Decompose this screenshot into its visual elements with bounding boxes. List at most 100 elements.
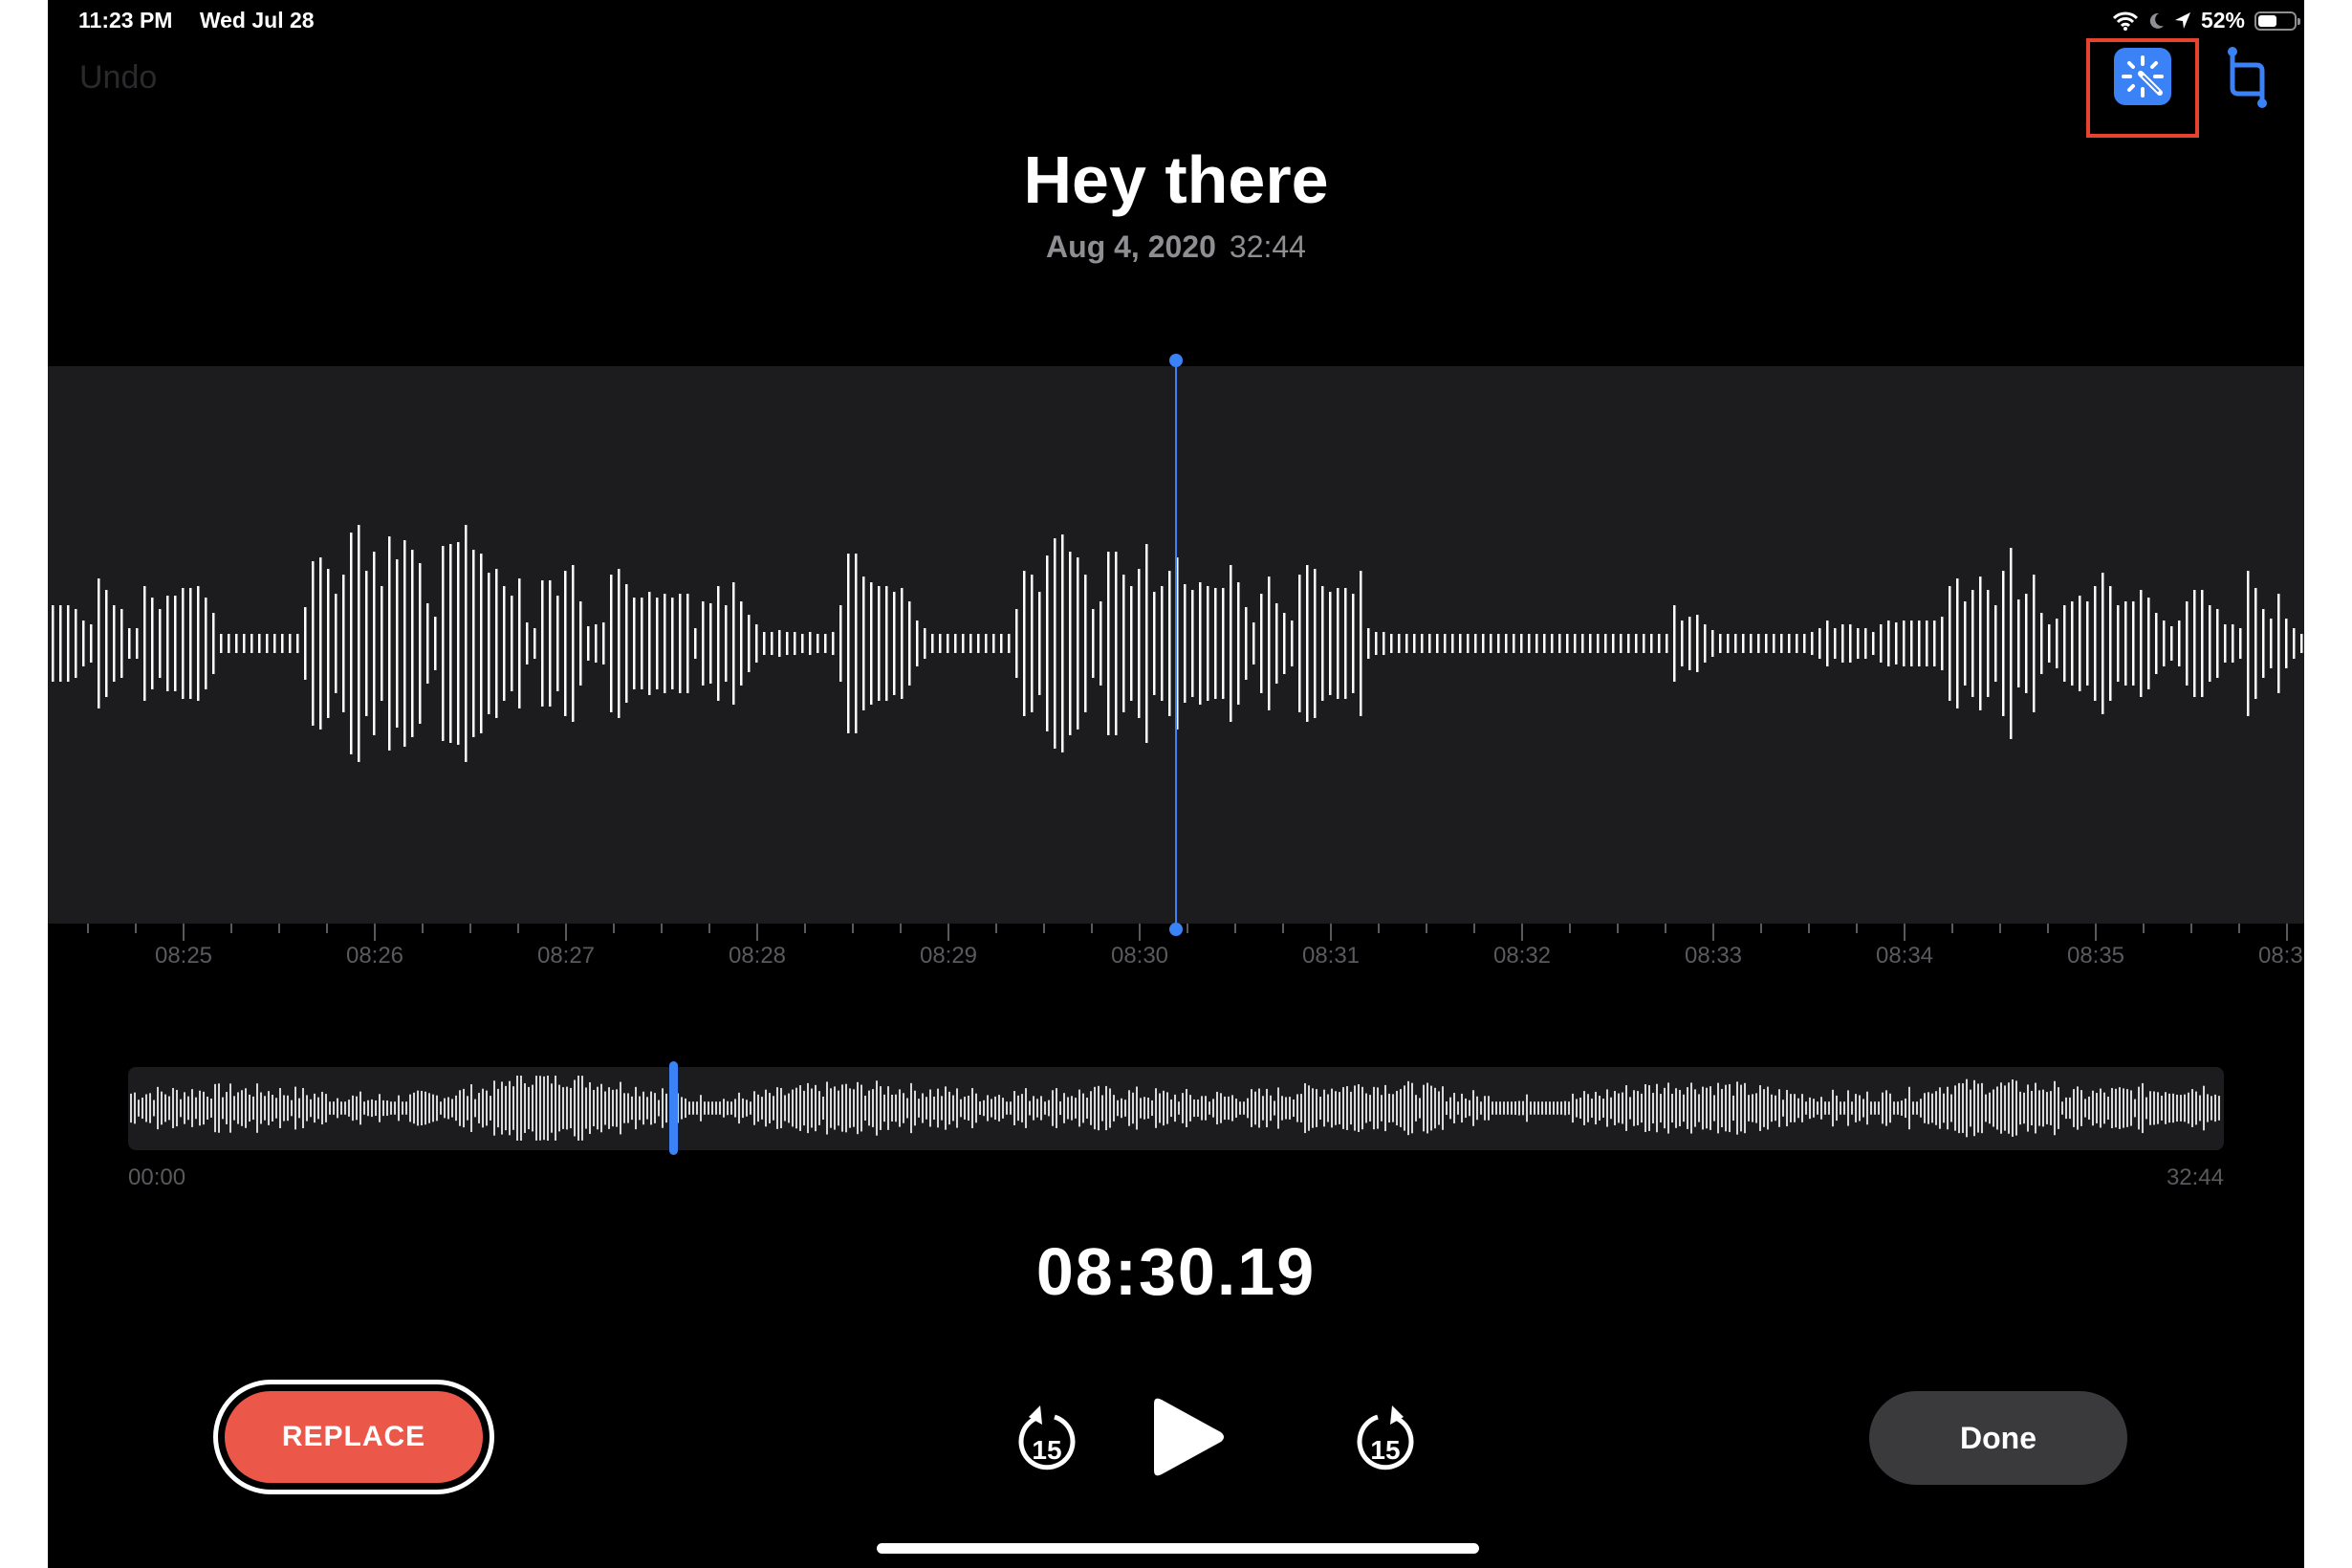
home-indicator[interactable] — [877, 1543, 1479, 1554]
overview-bar — [1912, 1101, 1914, 1115]
overview-bar — [975, 1093, 977, 1123]
waveform-bar — [1428, 634, 1431, 653]
waveform-bar — [977, 634, 980, 653]
playhead[interactable] — [1175, 360, 1177, 934]
overview-scrubber[interactable] — [128, 1067, 2224, 1150]
waveform-bar — [113, 605, 116, 682]
waveform-bar — [2102, 573, 2104, 714]
waveform-bar — [1765, 634, 1768, 653]
waveform-bar — [1222, 588, 1225, 699]
waveform-bar — [1841, 624, 1844, 663]
waveform-bar — [794, 632, 796, 655]
overview-bar — [635, 1086, 637, 1130]
waveform-bar — [1260, 594, 1263, 693]
battery-percent: 52% — [2200, 8, 2245, 33]
waveform-bar — [564, 571, 567, 716]
waveform-bar — [2048, 624, 2051, 663]
overview-bar — [1595, 1091, 1597, 1125]
overview-bar — [1025, 1088, 1027, 1128]
overview-bar — [2092, 1090, 2094, 1126]
overview-bar — [761, 1097, 763, 1120]
overview-bar — [142, 1097, 143, 1120]
waveform-bar — [373, 552, 376, 735]
tick-label: 08:36 — [2257, 943, 2304, 969]
waveform-bar — [136, 628, 139, 659]
waveform-bar — [1918, 621, 1921, 666]
overview-bar — [1782, 1100, 1784, 1117]
skip-forward-button[interactable]: 15 — [1352, 1404, 1419, 1476]
overview-bar — [597, 1086, 599, 1130]
overview-bar — [1056, 1088, 1057, 1128]
overview-bar — [321, 1091, 323, 1125]
overview-bar — [172, 1087, 174, 1129]
waveform-bar — [1184, 584, 1187, 703]
overview-bar — [1036, 1099, 1038, 1118]
waveform-bar — [120, 609, 123, 678]
waveform-bar — [457, 542, 460, 745]
overview-bar — [2214, 1094, 2216, 1122]
waveform-bar — [2300, 634, 2303, 653]
overview-bar — [1174, 1094, 1176, 1122]
overview-bar — [1893, 1101, 1895, 1115]
waveform-bar — [2186, 601, 2189, 686]
waveform-bar — [1589, 634, 1592, 653]
overview-bar — [1277, 1087, 1279, 1129]
waveform-bar — [893, 592, 896, 695]
overview-bar — [1377, 1087, 1379, 1129]
svg-text:15: 15 — [1370, 1435, 1400, 1465]
playhead-top-handle[interactable] — [1169, 354, 1183, 367]
replace-button[interactable]: REPLACE — [225, 1391, 483, 1483]
overview-bar — [233, 1096, 235, 1121]
overview-bar — [933, 1096, 935, 1121]
waveform-bar — [549, 580, 552, 707]
waveform-bar — [847, 554, 850, 733]
trim-button[interactable] — [2226, 46, 2270, 109]
overview-bar — [1744, 1082, 1746, 1134]
moon-icon — [2149, 12, 2164, 29]
enhance-recording-button[interactable] — [2114, 48, 2171, 105]
waveform-bar — [1291, 621, 1294, 666]
overview-bar — [2096, 1093, 2098, 1123]
skip-back-button[interactable]: 15 — [1013, 1404, 1080, 1476]
overview-bar — [1407, 1080, 1409, 1136]
overview-bar — [987, 1095, 989, 1122]
overview-bar — [2142, 1082, 2144, 1134]
overview-bar — [1426, 1082, 1428, 1134]
overview-bar — [818, 1091, 820, 1125]
overview-bar — [1040, 1096, 1042, 1121]
overview-bar — [562, 1087, 564, 1129]
waveform-bar — [778, 630, 781, 657]
overview-bar — [830, 1088, 832, 1128]
svg-text:15: 15 — [1032, 1435, 1061, 1465]
waveform-bar — [969, 634, 972, 653]
play-button[interactable] — [1143, 1394, 1229, 1480]
waveform-bar — [2232, 624, 2234, 663]
overview-bar — [459, 1090, 461, 1126]
overview-bar — [1002, 1098, 1004, 1119]
overview-bar — [153, 1100, 155, 1117]
overview-bar — [914, 1090, 916, 1126]
overview-bar — [1568, 1101, 1570, 1115]
recording-title[interactable]: Hey there — [48, 142, 2304, 218]
overview-scrub-handle[interactable] — [668, 1061, 678, 1155]
overview-bar — [581, 1076, 583, 1141]
waveform-bar — [1987, 590, 1990, 697]
waveform-bar — [855, 554, 858, 733]
overview-bar — [1866, 1091, 1868, 1125]
overview-bar — [535, 1076, 537, 1141]
overview-bar — [1641, 1093, 1643, 1123]
undo-button[interactable]: Undo — [79, 59, 157, 97]
waveform-bar — [2086, 601, 2089, 686]
overview-bar — [520, 1076, 522, 1141]
waveform-bar — [1153, 592, 1156, 695]
overview-bar — [532, 1084, 534, 1132]
overview-bar — [727, 1100, 729, 1116]
overview-bar — [604, 1091, 606, 1125]
overview-bar — [310, 1099, 312, 1118]
overview-bar — [1308, 1085, 1310, 1131]
waveform-bar — [1444, 634, 1447, 653]
playhead-bottom-handle[interactable] — [1169, 923, 1183, 936]
done-button[interactable]: Done — [1869, 1391, 2127, 1485]
waveform-bar — [587, 626, 590, 661]
waveform-bar — [679, 594, 682, 693]
